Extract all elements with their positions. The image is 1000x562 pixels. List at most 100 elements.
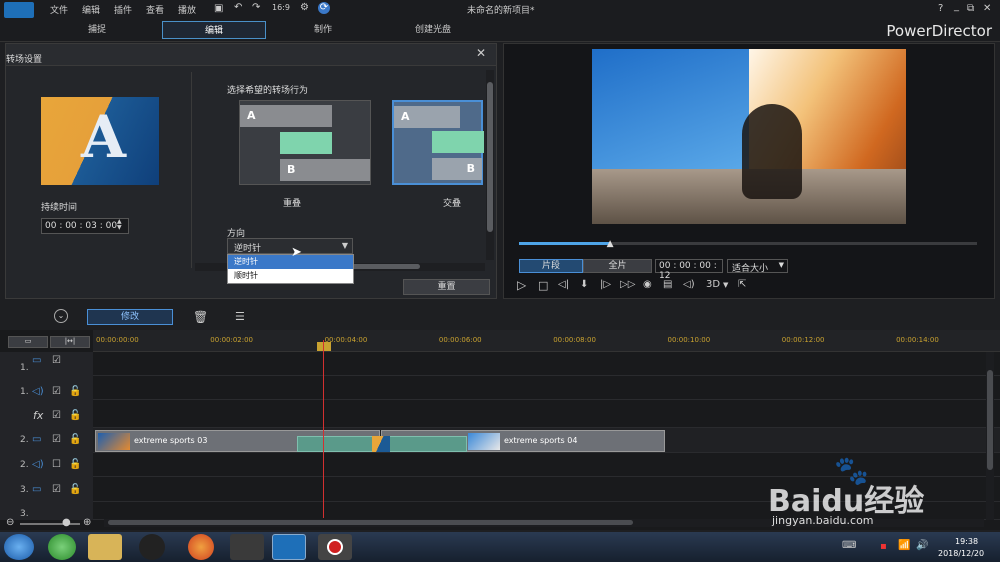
checkbox-icon[interactable]: ☑ <box>52 355 61 366</box>
network-icon[interactable]: 📶 <box>898 540 910 551</box>
ruler-label: 00:00:02:00 <box>210 336 254 344</box>
duration-input[interactable]: 00 : 00 : 03 : 00 <box>41 218 129 234</box>
lock-icon[interactable]: 🔓 <box>69 410 81 421</box>
clock-date[interactable]: 2018/12/20 <box>938 549 984 558</box>
app-logo-icon <box>4 2 34 18</box>
direction-select[interactable]: 逆时针 ▼ <box>227 238 353 254</box>
menu-plugins[interactable]: 插件 <box>114 3 132 16</box>
zoom-slider-handle-icon[interactable]: ● <box>62 517 71 528</box>
3d-button[interactable]: 3D <box>706 279 720 290</box>
save-icon[interactable]: ▣ <box>214 3 223 14</box>
tab-produce[interactable]: 制作 <box>274 21 372 39</box>
lock-icon[interactable]: 🔓 <box>69 434 81 445</box>
track-2-audio-num: 2. <box>20 460 29 470</box>
scrubber-handle-icon[interactable]: ▲ <box>607 239 614 249</box>
checkbox-icon[interactable]: ☐ <box>52 459 61 470</box>
preview-scrubber[interactable] <box>519 242 977 245</box>
lock-icon[interactable]: 🔓 <box>69 386 81 397</box>
close-icon[interactable]: ✕ <box>983 3 991 14</box>
start-button[interactable] <box>4 534 34 560</box>
snapshot-icon[interactable]: ◉ <box>643 279 652 290</box>
fast-forward-icon[interactable]: ▷▷ <box>620 279 635 290</box>
option-overlap[interactable]: A B <box>239 100 371 185</box>
menu-view[interactable]: 查看 <box>146 3 164 16</box>
checkbox-icon[interactable]: ☑ <box>52 410 61 421</box>
zoom-in-icon[interactable]: ⊕ <box>83 517 91 528</box>
taskbar-app-qq[interactable] <box>139 534 165 560</box>
overlap-track-b: B <box>280 159 370 181</box>
minimize-icon[interactable]: _ <box>954 1 959 12</box>
update-icon[interactable]: ⟳ <box>318 2 330 14</box>
next-frame-icon[interactable]: |▷ <box>600 279 611 290</box>
ruler-label: 00:00:08:00 <box>553 336 596 344</box>
zoom-out-icon[interactable]: ⊖ <box>6 517 14 528</box>
menu-play[interactable]: 播放 <box>178 3 196 16</box>
trash-icon[interactable]: 🗑 <box>193 310 208 324</box>
lock-icon[interactable]: 🔓 <box>69 484 81 495</box>
fx-track-icon: fx <box>33 409 44 422</box>
mark-icon[interactable]: ⬇ <box>580 279 588 290</box>
modify-button[interactable]: 修改 <box>87 309 173 325</box>
panel-title: 转场设置 <box>6 55 43 65</box>
keyboard-icon[interactable]: ⌨ <box>842 540 856 551</box>
reset-button[interactable]: 重置 <box>403 279 490 295</box>
preview-sky <box>592 49 749 169</box>
taskbar-app-powerdirector[interactable] <box>272 534 306 560</box>
restore-icon[interactable]: ⧉ <box>967 3 974 14</box>
ruler-label: 00:00:04:00 <box>324 336 368 344</box>
tray-security-icon[interactable]: ▪ <box>880 541 887 552</box>
playhead-marker-icon[interactable] <box>317 342 331 351</box>
stop-icon[interactable]: □ <box>538 279 548 292</box>
fit-timeline-button[interactable]: |↔| <box>50 336 90 348</box>
timeline-vscrollbar[interactable] <box>986 352 994 520</box>
volume-icon[interactable]: ◁) <box>683 279 695 290</box>
volume-tray-icon[interactable]: 🔊 <box>916 540 928 551</box>
undock-icon[interactable]: ⇱ <box>738 279 746 290</box>
zoom-slider[interactable] <box>20 523 80 525</box>
redo-icon[interactable]: ↷ <box>252 2 260 13</box>
taskbar-app-media[interactable] <box>230 534 264 560</box>
fit-select[interactable]: 适合大小 ▼ <box>727 259 788 274</box>
play-icon[interactable]: ▷ <box>517 278 526 292</box>
direction-option-cw[interactable]: 顺时针 <box>228 269 353 283</box>
aspect-ratio-icon[interactable]: 16:9 <box>272 3 290 12</box>
mode-clip-button[interactable]: 片段 <box>519 259 583 273</box>
track-1-video <box>0 352 1000 376</box>
panel-vscrollbar[interactable] <box>486 70 494 260</box>
checkbox-icon[interactable]: ☑ <box>52 386 61 397</box>
chevron-down-icon[interactable]: ▼ <box>723 281 728 289</box>
menu-edit[interactable]: 编辑 <box>82 3 100 16</box>
track-1-audio <box>0 376 1000 400</box>
tab-edit[interactable]: 编辑 <box>162 21 266 39</box>
chevron-down-icon: ▼ <box>341 241 348 250</box>
track-manager-button[interactable]: ▭ <box>8 336 48 348</box>
taskbar-app-recorder[interactable] <box>318 534 352 560</box>
clip-label: extreme sports 04 <box>504 436 578 445</box>
track-1-audio-num: 1. <box>20 387 29 397</box>
prev-frame-icon[interactable]: ◁| <box>558 279 569 290</box>
option-cross[interactable]: A B <box>392 100 484 185</box>
checkbox-icon[interactable]: ☑ <box>52 484 61 495</box>
clock-time[interactable]: 19:38 <box>955 537 978 546</box>
gear-icon[interactable]: ⚙ <box>300 2 309 13</box>
taskbar-app-explorer[interactable] <box>88 534 122 560</box>
menu-file[interactable]: 文件 <box>50 3 68 16</box>
undo-icon[interactable]: ↶ <box>234 2 242 13</box>
preview-timecode: 00 : 00 : 00 : 12 <box>655 259 723 281</box>
tab-create-disc[interactable]: 创建光盘 <box>384 21 482 39</box>
duration-stepper-icon[interactable]: ▲ ▼ <box>117 219 122 231</box>
video-track-icon: ▭ <box>32 355 42 366</box>
expand-circle-icon[interactable]: ⌄ <box>54 309 68 323</box>
panel-close-icon[interactable]: ✕ <box>476 46 486 60</box>
taskbar-app-firefox[interactable] <box>188 534 214 560</box>
checkbox-icon[interactable]: ☑ <box>52 434 61 445</box>
ruler-label: 00:00:14:00 <box>896 336 939 344</box>
taskbar-app-360[interactable] <box>48 534 76 560</box>
mode-full-button[interactable]: 全片 <box>583 259 652 273</box>
help-icon[interactable]: ? <box>938 3 943 14</box>
tools-icon[interactable]: ☰ <box>235 310 245 323</box>
transition-icon <box>372 436 390 452</box>
lock-icon[interactable]: 🔓 <box>69 459 81 470</box>
tab-capture[interactable]: 捕捉 <box>48 21 146 39</box>
subtitle-icon[interactable]: ▤ <box>663 279 672 290</box>
